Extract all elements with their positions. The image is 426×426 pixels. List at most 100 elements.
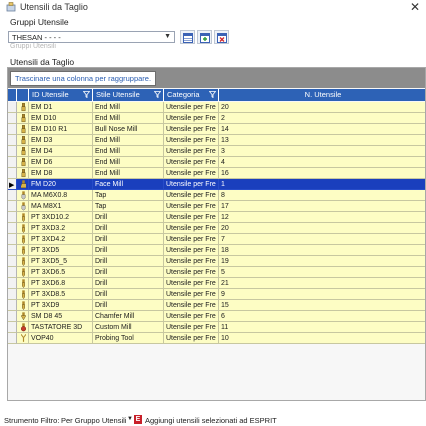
cell-style[interactable]: End Mill xyxy=(93,113,164,124)
cell-n[interactable]: 11 xyxy=(219,322,425,333)
cell-cat[interactable]: Utensile per Fre xyxy=(164,278,219,289)
cell-n[interactable]: 5 xyxy=(219,267,425,278)
cell-style[interactable]: Tap xyxy=(93,201,164,212)
cell-id[interactable]: MA M6X0.8 xyxy=(29,190,93,201)
cell-id[interactable]: PT 3XD3.2 xyxy=(29,223,93,234)
table-row[interactable]: EM D10 End Mill Utensile per Fre 2 xyxy=(8,113,425,124)
table-row[interactable]: ▶ FM D20 Face Mill Utensile per Fre 1 xyxy=(8,179,425,190)
row-indicator[interactable] xyxy=(8,201,17,212)
cell-n[interactable]: 3 xyxy=(219,146,425,157)
tools-grid[interactable]: Trascinare una colonna per raggruppare. … xyxy=(7,67,426,401)
column-header-id[interactable]: ID Utensile xyxy=(29,89,93,101)
filter-icon[interactable] xyxy=(83,91,90,98)
row-indicator[interactable] xyxy=(8,322,17,333)
cell-style[interactable]: End Mill xyxy=(93,168,164,179)
table-row[interactable]: EM D3 End Mill Utensile per Fre 13 xyxy=(8,135,425,146)
table-row[interactable]: EM D4 End Mill Utensile per Fre 3 xyxy=(8,146,425,157)
cell-style[interactable]: Drill xyxy=(93,223,164,234)
row-indicator[interactable] xyxy=(8,124,17,135)
row-indicator[interactable] xyxy=(8,333,17,344)
cell-n[interactable]: 2 xyxy=(219,113,425,124)
cell-id[interactable]: PT 3XD9 xyxy=(29,300,93,311)
close-icon[interactable]: ✕ xyxy=(410,0,420,14)
cell-style[interactable]: Drill xyxy=(93,256,164,267)
table-row[interactable]: PT 3XD5_5 Drill Utensile per Fre 19 xyxy=(8,256,425,267)
cell-n[interactable]: 16 xyxy=(219,168,425,179)
row-indicator[interactable] xyxy=(8,289,17,300)
cell-style[interactable]: End Mill xyxy=(93,135,164,146)
table-row[interactable]: MA M6X0.8 Tap Utensile per Fre 8 xyxy=(8,190,425,201)
table-row[interactable]: PT 3XD10.2 Drill Utensile per Fre 12 xyxy=(8,212,425,223)
row-indicator[interactable] xyxy=(8,157,17,168)
cell-id[interactable]: PT 3XD6.5 xyxy=(29,267,93,278)
table-row[interactable]: PT 3XD9 Drill Utensile per Fre 15 xyxy=(8,300,425,311)
row-indicator[interactable] xyxy=(8,311,17,322)
filter-icon[interactable] xyxy=(209,91,216,98)
cell-cat[interactable]: Utensile per Fre xyxy=(164,333,219,344)
cell-style[interactable]: End Mill xyxy=(93,157,164,168)
cell-id[interactable]: EM D6 xyxy=(29,157,93,168)
cell-style[interactable]: End Mill xyxy=(93,102,164,113)
cell-id[interactable]: PT 3XD10.2 xyxy=(29,212,93,223)
cell-style[interactable]: Custom Mill xyxy=(93,322,164,333)
cell-n[interactable]: 6 xyxy=(219,311,425,322)
column-header-style[interactable]: Stile Utensile xyxy=(93,89,164,101)
row-indicator[interactable] xyxy=(8,300,17,311)
row-indicator[interactable] xyxy=(8,146,17,157)
cell-cat[interactable]: Utensile per Fre xyxy=(164,212,219,223)
cell-style[interactable]: Drill xyxy=(93,300,164,311)
cell-id[interactable]: EM D4 xyxy=(29,146,93,157)
cell-n[interactable]: 20 xyxy=(219,102,425,113)
cell-n[interactable]: 7 xyxy=(219,234,425,245)
cell-cat[interactable]: Utensile per Fre xyxy=(164,223,219,234)
cell-n[interactable]: 1 xyxy=(219,179,425,190)
cell-cat[interactable]: Utensile per Fre xyxy=(164,234,219,245)
cell-style[interactable]: Drill xyxy=(93,289,164,300)
table-row[interactable]: PT 3XD3.2 Drill Utensile per Fre 20 xyxy=(8,223,425,234)
row-indicator[interactable] xyxy=(8,278,17,289)
row-indicator[interactable] xyxy=(8,190,17,201)
cell-cat[interactable]: Utensile per Fre xyxy=(164,322,219,333)
table-row[interactable]: PT 3XD8.5 Drill Utensile per Fre 9 xyxy=(8,289,425,300)
column-header-category[interactable]: Categoria xyxy=(164,89,219,101)
delete-group-button[interactable] xyxy=(214,30,229,44)
cell-id[interactable]: SM D8 45 xyxy=(29,311,93,322)
cell-id[interactable]: EM D10 xyxy=(29,113,93,124)
cell-cat[interactable]: Utensile per Fre xyxy=(164,124,219,135)
cell-cat[interactable]: Utensile per Fre xyxy=(164,256,219,267)
cell-cat[interactable]: Utensile per Fre xyxy=(164,102,219,113)
table-row[interactable]: PT 3XD6.5 Drill Utensile per Fre 5 xyxy=(8,267,425,278)
cell-cat[interactable]: Utensile per Fre xyxy=(164,300,219,311)
row-indicator[interactable] xyxy=(8,256,17,267)
table-row[interactable]: EM D8 End Mill Utensile per Fre 16 xyxy=(8,168,425,179)
cell-n[interactable]: 12 xyxy=(219,212,425,223)
cell-n[interactable]: 20 xyxy=(219,223,425,234)
cell-id[interactable]: PT 3XD6.8 xyxy=(29,278,93,289)
cell-style[interactable]: Tap xyxy=(93,190,164,201)
row-indicator[interactable] xyxy=(8,113,17,124)
table-row[interactable]: EM D6 End Mill Utensile per Fre 4 xyxy=(8,157,425,168)
filter-icon[interactable] xyxy=(154,91,161,98)
add-group-button[interactable] xyxy=(197,30,212,44)
cell-style[interactable]: Drill xyxy=(93,278,164,289)
cell-n[interactable]: 15 xyxy=(219,300,425,311)
column-header-number[interactable]: N. Utensile xyxy=(219,89,425,101)
cell-n[interactable]: 17 xyxy=(219,201,425,212)
cell-cat[interactable]: Utensile per Fre xyxy=(164,179,219,190)
cell-cat[interactable]: Utensile per Fre xyxy=(164,190,219,201)
cell-style[interactable]: Probing Tool xyxy=(93,333,164,344)
cell-cat[interactable]: Utensile per Fre xyxy=(164,157,219,168)
cell-id[interactable]: VOP40 xyxy=(29,333,93,344)
cell-style[interactable]: Face Mill xyxy=(93,179,164,190)
cell-cat[interactable]: Utensile per Fre xyxy=(164,146,219,157)
row-indicator[interactable] xyxy=(8,234,17,245)
cell-n[interactable]: 21 xyxy=(219,278,425,289)
cell-id[interactable]: EM D10 R1 xyxy=(29,124,93,135)
cell-n[interactable]: 9 xyxy=(219,289,425,300)
cell-cat[interactable]: Utensile per Fre xyxy=(164,267,219,278)
table-row[interactable]: MA M8X1 Tap Utensile per Fre 17 xyxy=(8,201,425,212)
row-indicator[interactable]: ▶ xyxy=(8,179,17,190)
row-indicator[interactable] xyxy=(8,267,17,278)
cell-id[interactable]: PT 3XD5_5 xyxy=(29,256,93,267)
row-indicator[interactable] xyxy=(8,212,17,223)
